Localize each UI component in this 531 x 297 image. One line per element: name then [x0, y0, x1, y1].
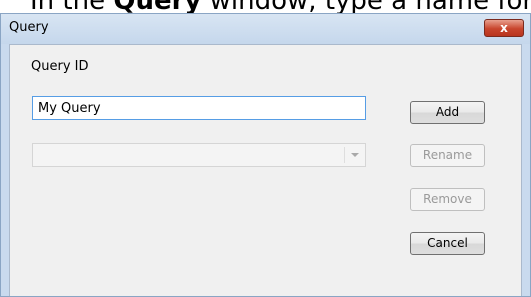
close-button[interactable]: x	[484, 19, 524, 37]
chevron-down-icon[interactable]	[351, 153, 359, 157]
query-dialog: Query x Query ID Add Rename Remove Cance…	[0, 13, 531, 297]
cancel-button[interactable]: Cancel	[410, 232, 485, 255]
query-id-label: Query ID	[31, 59, 89, 74]
window-title: Query	[9, 20, 49, 35]
query-dropdown[interactable]	[32, 143, 366, 167]
query-id-input[interactable]	[32, 96, 366, 120]
add-button[interactable]: Add	[410, 101, 485, 124]
close-icon: x	[500, 21, 508, 35]
rename-button[interactable]: Rename	[410, 144, 485, 167]
remove-button[interactable]: Remove	[410, 188, 485, 211]
dropdown-divider	[344, 147, 345, 163]
title-bar[interactable]: Query x	[1, 14, 530, 44]
dialog-client-area	[9, 44, 522, 296]
